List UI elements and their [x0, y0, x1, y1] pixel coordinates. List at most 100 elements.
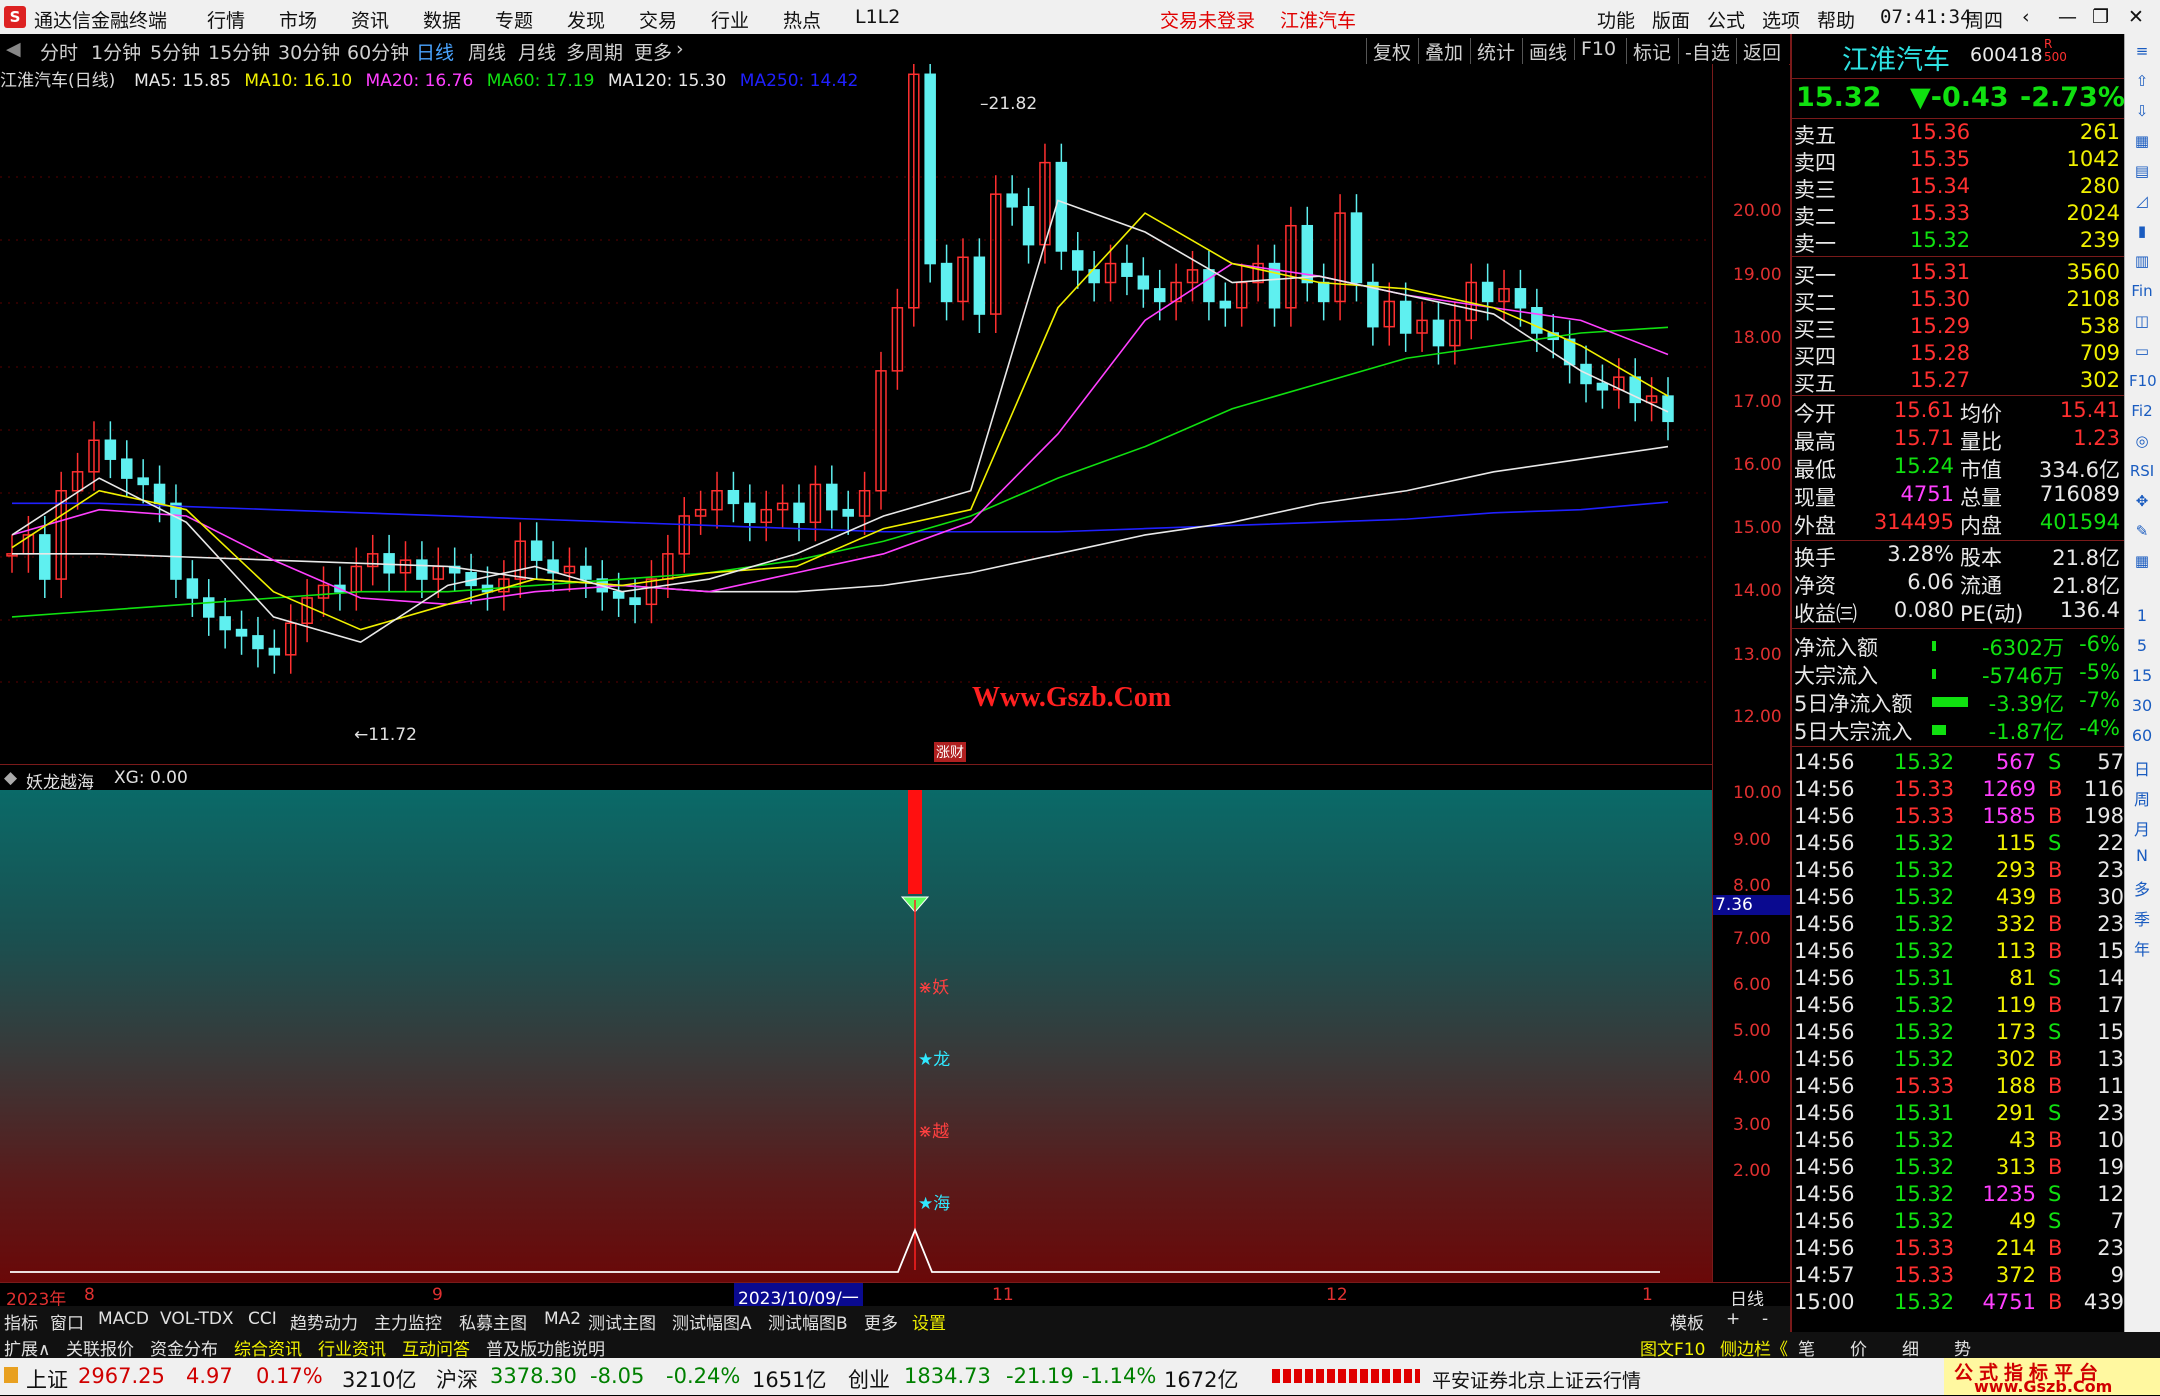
caifu-tag[interactable]: 涨财: [934, 742, 966, 762]
more-chevron-icon[interactable]: ›: [676, 38, 684, 60]
close-icon[interactable]: ✕: [2128, 6, 2144, 28]
indicator-tab[interactable]: VOL-TDX: [160, 1309, 234, 1329]
f10-link[interactable]: 图文F10: [1640, 1335, 1705, 1360]
bid-row[interactable]: 买五 15.27 302: [1792, 368, 2126, 396]
toolbar-button[interactable]: 统计: [1470, 38, 1521, 65]
side-tab[interactable]: 细: [1902, 1335, 1919, 1360]
period-tab[interactable]: 周线: [468, 38, 506, 65]
sub-indicator-chart[interactable]: [0, 790, 1712, 1282]
collapse-icon[interactable]: ◀: [6, 38, 21, 60]
ext-tab[interactable]: 关联报价: [66, 1335, 134, 1360]
toolbar-button[interactable]: 叠加: [1418, 38, 1469, 65]
period-tab[interactable]: 更多: [634, 38, 672, 65]
side-tab[interactable]: 笔: [1798, 1335, 1815, 1360]
indicator-tab[interactable]: 测试主图: [588, 1309, 656, 1334]
period-tab-active[interactable]: 日线: [416, 38, 454, 65]
sh-label[interactable]: 上证: [26, 1364, 68, 1394]
menu-item[interactable]: 发现: [567, 6, 605, 33]
indicator-tab[interactable]: MACD: [98, 1309, 149, 1329]
trade-status[interactable]: 交易未登录: [1160, 6, 1255, 33]
menu-item[interactable]: 交易: [639, 6, 677, 33]
indicator-tab[interactable]: 指标: [4, 1309, 38, 1334]
menu-item[interactable]: 行业: [711, 6, 749, 33]
ask-row[interactable]: 卖一 15.32 239: [1792, 228, 2126, 256]
indicator-tab[interactable]: 设置: [912, 1309, 946, 1334]
side-tool-icon[interactable]: 30: [2129, 696, 2155, 715]
period-tab[interactable]: 60分钟: [347, 38, 409, 65]
side-tab[interactable]: 价: [1850, 1335, 1867, 1360]
indicator-tab[interactable]: 主力监控: [374, 1309, 442, 1334]
ext-tab[interactable]: 综合资讯: [234, 1335, 302, 1360]
bid-row[interactable]: 买三 15.29 538: [1792, 314, 2126, 342]
menu-item[interactable]: 专题: [495, 6, 533, 33]
add-button[interactable]: +: [1726, 1309, 1740, 1329]
side-tool-icon[interactable]: ▭: [2129, 342, 2155, 360]
side-tool-icon[interactable]: 日: [2129, 756, 2155, 780]
ext-tab[interactable]: 行业资讯: [318, 1335, 386, 1360]
bid-row[interactable]: 买四 15.28 709: [1792, 341, 2126, 369]
menu-item[interactable]: 数据: [423, 6, 461, 33]
side-tool-icon[interactable]: N: [2129, 846, 2155, 865]
side-tool-icon[interactable]: ⇧: [2129, 72, 2155, 90]
menu-item[interactable]: 热点: [783, 6, 821, 33]
status-icon[interactable]: [4, 1367, 18, 1383]
side-tool-icon[interactable]: 月: [2129, 816, 2155, 840]
period-tab[interactable]: 15分钟: [208, 38, 270, 65]
toolbar-button[interactable]: 画线: [1522, 38, 1573, 65]
ext-tab[interactable]: 互动问答: [402, 1335, 470, 1360]
side-tool-icon[interactable]: 年: [2129, 936, 2155, 960]
side-tool-icon[interactable]: ≡: [2129, 42, 2155, 60]
side-tool-icon[interactable]: ▥: [2129, 252, 2155, 270]
menu-item[interactable]: L1L2: [855, 6, 900, 28]
menu-item[interactable]: 帮助: [1817, 6, 1855, 33]
toolbar-button[interactable]: -自选: [1678, 38, 1736, 65]
toolbar-button[interactable]: 复权: [1366, 38, 1417, 65]
menu-item[interactable]: 行情: [207, 6, 245, 33]
side-tool-icon[interactable]: ▦: [2129, 132, 2155, 150]
restore-icon[interactable]: ❐: [2092, 6, 2109, 28]
toolbar-button[interactable]: F10: [1574, 38, 1622, 60]
back-icon[interactable]: ‹: [2022, 6, 2030, 28]
side-tab[interactable]: 势: [1954, 1335, 1971, 1360]
toolbar-button[interactable]: 返回: [1736, 38, 1787, 65]
cy-label[interactable]: 创业: [848, 1364, 890, 1394]
period-tab[interactable]: 30分钟: [278, 38, 340, 65]
side-tool-icon[interactable]: 季: [2129, 906, 2155, 930]
side-tool-icon[interactable]: 15: [2129, 666, 2155, 685]
minimize-icon[interactable]: —: [2058, 6, 2077, 28]
side-tool-icon[interactable]: 60: [2129, 726, 2155, 745]
side-tool-icon[interactable]: 多: [2129, 876, 2155, 900]
ask-row[interactable]: 卖二 15.33 2024: [1792, 201, 2126, 229]
side-tool-icon[interactable]: ✥: [2129, 492, 2155, 510]
indicator-tab[interactable]: 更多: [864, 1309, 898, 1334]
bid-row[interactable]: 买一 15.31 3560: [1792, 260, 2126, 288]
sub-collapse-icon[interactable]: ◆: [4, 768, 17, 788]
side-tool-icon[interactable]: ◫: [2129, 312, 2155, 330]
side-tool-icon[interactable]: ▦: [2129, 552, 2155, 570]
side-tool-icon[interactable]: F10: [2129, 372, 2157, 390]
ask-row[interactable]: 卖五 15.36 261: [1792, 120, 2126, 148]
menu-item[interactable]: 版面: [1652, 6, 1690, 33]
side-tool-icon[interactable]: 周: [2129, 786, 2155, 810]
period-tab[interactable]: 多周期: [566, 38, 623, 65]
ext-tab[interactable]: 资金分布: [150, 1335, 218, 1360]
toolbar-button[interactable]: 标记: [1626, 38, 1677, 65]
template-button[interactable]: 模板: [1670, 1309, 1704, 1334]
period-tab[interactable]: 5分钟: [150, 38, 200, 65]
side-tool-icon[interactable]: ▮: [2129, 222, 2155, 240]
indicator-tab[interactable]: MA2: [544, 1309, 581, 1329]
indicator-tab[interactable]: 测试幅图A: [672, 1309, 752, 1334]
side-tool-icon[interactable]: Fi2: [2129, 402, 2155, 420]
side-tool-icon[interactable]: RSI: [2129, 462, 2155, 480]
side-tool-icon[interactable]: ▤: [2129, 162, 2155, 180]
side-tool-icon[interactable]: 5: [2129, 636, 2155, 655]
side-tool-icon[interactable]: ⇩: [2129, 102, 2155, 120]
remove-button[interactable]: -: [1762, 1309, 1768, 1329]
period-tab[interactable]: 1分钟: [91, 38, 141, 65]
indicator-tab[interactable]: 窗口: [50, 1309, 84, 1334]
menu-item[interactable]: 市场: [279, 6, 317, 33]
indicator-tab[interactable]: 趋势动力: [290, 1309, 358, 1334]
indicator-tab[interactable]: 私募主图: [459, 1309, 527, 1334]
menu-item[interactable]: 选项: [1762, 6, 1800, 33]
ask-row[interactable]: 卖三 15.34 280: [1792, 174, 2126, 202]
